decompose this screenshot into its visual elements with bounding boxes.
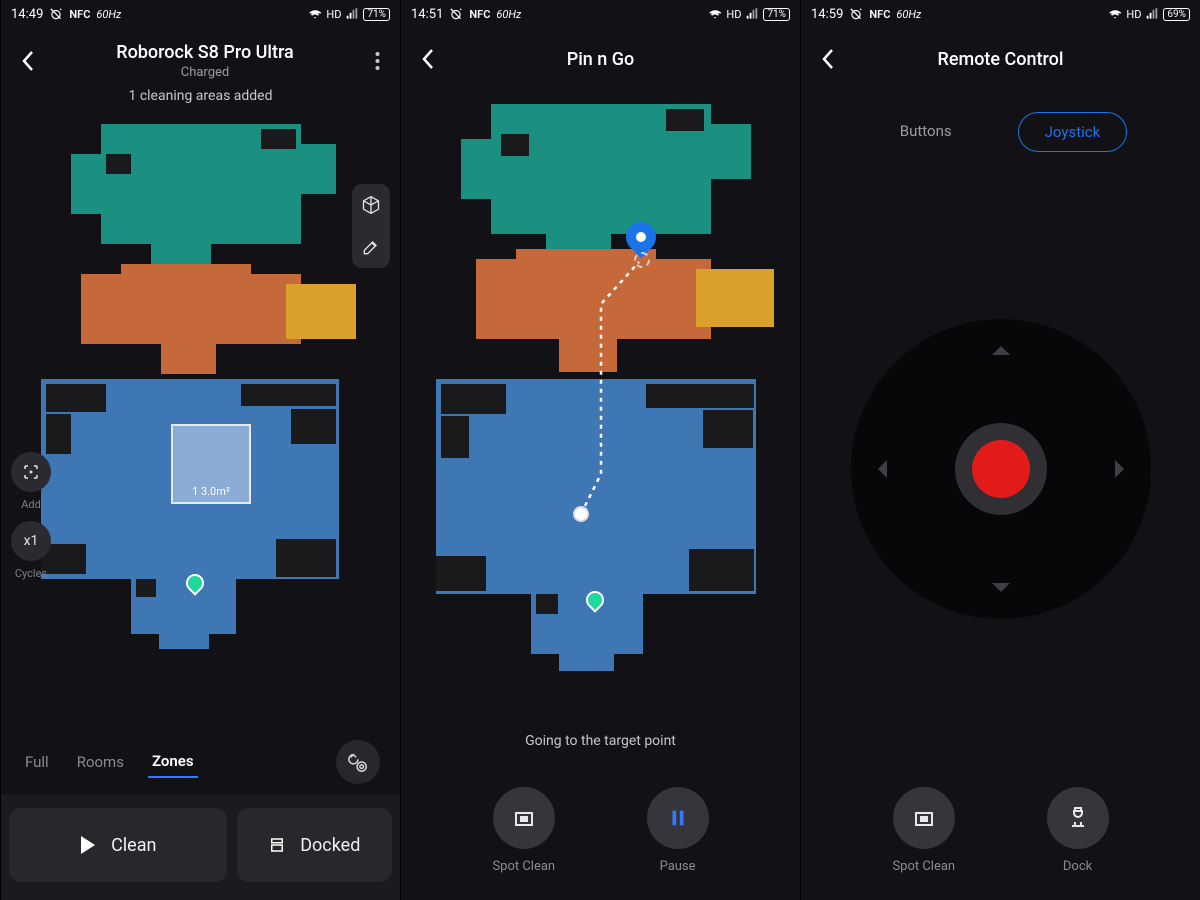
status-time: 14:59 [811,7,843,22]
toggle-joystick[interactable]: Joystick [1018,112,1128,152]
status-hz: 60Hz [96,8,121,21]
clean-button[interactable]: Clean [9,808,227,882]
status-bar: 14:51 NFC 60Hz HD 71% [401,0,800,28]
status-bar: 14:49 NFC 60Hz HD 71% [1,0,400,28]
page-title: Roborock S8 Pro Ultra [45,42,365,63]
status-hd: HD [726,8,741,21]
alarm-off-icon [49,7,63,21]
status-hz: 60Hz [496,8,521,21]
more-options-button[interactable] [365,45,390,77]
back-button[interactable] [411,42,445,76]
areas-added-label: 1 cleaning areas added [1,88,400,114]
chevron-up-icon [992,337,1010,355]
add-zone-button[interactable] [11,452,51,492]
page-title: Remote Control [845,49,1156,70]
pause-label: Pause [660,859,696,874]
status-nfc: NFC [869,8,890,21]
page-title: Pin n Go [445,49,756,70]
spot-clean-button[interactable] [493,787,555,849]
map-left-toolbar: Add x1 Cycles [11,452,51,580]
wifi-icon [1108,7,1122,21]
status-battery: 71% [763,8,790,21]
header: Pin n Go [401,28,800,84]
target-pin[interactable] [626,222,656,252]
zone-selection[interactable]: 1 3.0m² [171,424,251,504]
bottom-actions: Clean Docked [1,794,400,900]
chevron-right-icon [1115,460,1133,478]
play-icon [79,835,97,855]
status-hd: HD [1126,8,1141,21]
joystick-pad[interactable] [851,319,1151,619]
screen-remote-control: 14:59 NFC 60Hz HD 69% Remote Control But… [800,0,1200,900]
control-mode-toggle: Buttons Joystick [801,84,1200,162]
screen-main: 14:49 NFC 60Hz HD 71% Roborock S8 Pro Ul… [0,0,400,900]
spot-clean-label: Spot Clean [892,859,955,874]
dock-button[interactable] [1047,787,1109,849]
signal-icon [345,7,359,21]
status-note: Going to the target point [401,723,800,775]
status-time: 14:49 [11,7,43,22]
map-area[interactable] [401,84,800,723]
toggle-buttons[interactable]: Buttons [874,112,978,152]
back-button[interactable] [811,42,845,76]
spot-clean-button[interactable] [893,787,955,849]
back-button[interactable] [11,44,45,78]
header: Remote Control [801,28,1200,84]
tab-zones[interactable]: Zones [148,746,198,778]
status-nfc: NFC [69,8,90,21]
planned-path [431,94,781,694]
pause-button[interactable] [647,787,709,849]
chevron-down-icon [992,583,1010,601]
dock-status-button[interactable]: Docked [237,808,392,882]
wifi-icon [308,7,322,21]
signal-icon [1145,7,1159,21]
status-hd: HD [326,8,341,21]
vac-mop-toggle-button[interactable] [336,740,380,784]
page-subtitle: Charged [45,65,365,80]
add-zone-label: Add [21,498,41,511]
tab-rooms[interactable]: Rooms [73,747,128,777]
zone-selection-label: 1 3.0m² [173,485,249,498]
alarm-off-icon [849,7,863,21]
bottom-actions: Spot Clean Pause [401,775,800,900]
map-area[interactable]: 1 3.0m² Add x1 C [1,114,400,730]
wifi-icon [708,7,722,21]
screen-pin-n-go: 14:51 NFC 60Hz HD 71% Pin n Go [400,0,800,900]
status-time: 14:51 [411,7,443,22]
tab-full[interactable]: Full [21,747,53,777]
edit-map-button[interactable] [352,226,390,268]
map-side-toolbar [352,184,390,268]
chevron-left-icon [869,460,887,478]
signal-icon [745,7,759,21]
robot-position [573,506,589,522]
status-battery: 69% [1163,8,1190,21]
spot-clean-label: Spot Clean [492,859,555,874]
cycles-label: Cycles [15,567,47,580]
view-3d-button[interactable] [352,184,390,226]
joystick-thumb[interactable] [955,423,1047,515]
alarm-off-icon [449,7,463,21]
status-hz: 60Hz [896,8,921,21]
bottom-actions: Spot Clean Dock [801,775,1200,900]
status-battery: 71% [363,8,390,21]
dock-label: Dock [1063,859,1092,874]
header: Roborock S8 Pro Ultra Charged [1,28,400,88]
mode-tabs: Full Rooms Zones [1,730,400,794]
status-nfc: NFC [469,8,490,21]
dock-icon [268,836,286,854]
status-bar: 14:59 NFC 60Hz HD 69% [801,0,1200,28]
cycles-button[interactable]: x1 [11,521,51,561]
